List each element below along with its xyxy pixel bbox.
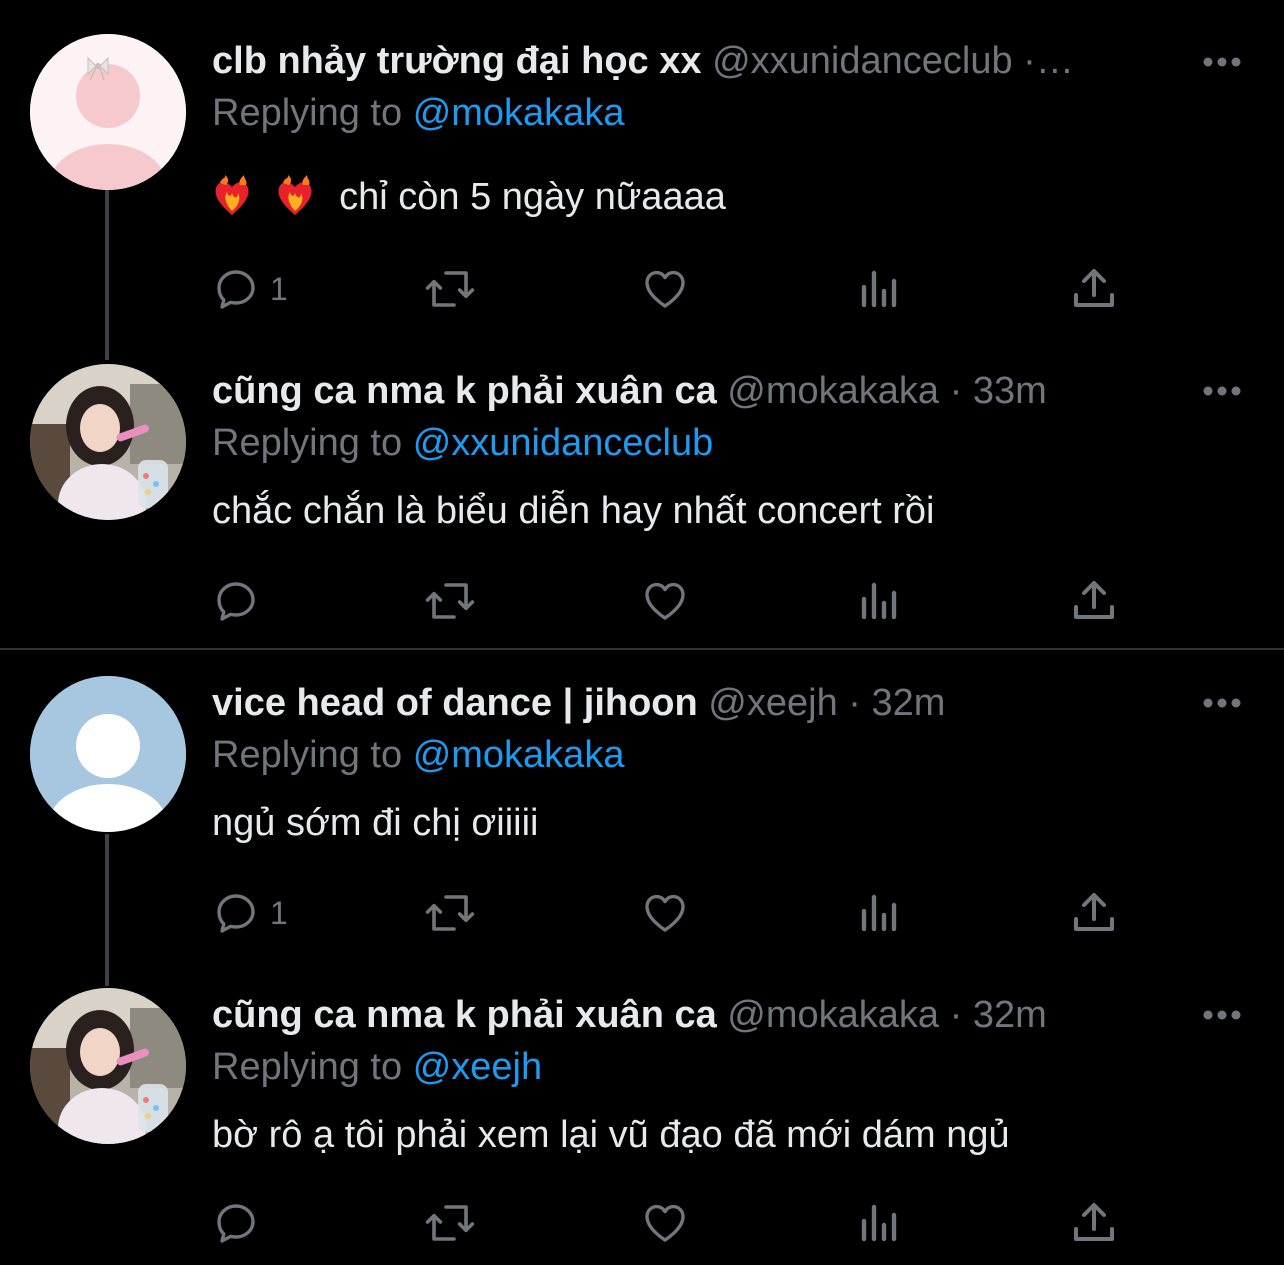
thread-connector (105, 834, 109, 986)
share-icon (1074, 581, 1114, 619)
thread-connector (105, 190, 109, 360)
like-button[interactable] (640, 888, 690, 938)
views-icon (861, 1204, 897, 1242)
pink-bow-avatar-icon (30, 34, 186, 190)
reply-button[interactable] (212, 1198, 270, 1248)
photo-avatar-icon (30, 988, 186, 1144)
like-icon (645, 582, 685, 620)
display-name[interactable]: clb nhảy trường đại học xx (212, 40, 702, 82)
views-button[interactable] (858, 888, 902, 938)
reply-icon (217, 1204, 255, 1243)
retweet-icon (425, 271, 475, 307)
reply-count: 1 (270, 894, 288, 931)
share-button[interactable] (1072, 1198, 1116, 1248)
share-button[interactable] (1072, 264, 1116, 314)
default-avatar-icon (30, 676, 186, 832)
handle[interactable]: @mokakaka (727, 370, 939, 412)
views-button[interactable] (858, 264, 902, 314)
like-icon (645, 894, 685, 932)
tweet-body: chỉ còn 5 ngày nữaaaa (339, 176, 726, 218)
reply-icon (217, 270, 255, 309)
photo-avatar-icon (30, 364, 186, 520)
like-button[interactable] (640, 264, 690, 314)
action-bar (212, 1198, 1132, 1248)
views-icon (861, 582, 897, 620)
share-icon (1074, 1203, 1114, 1241)
action-bar: 1 (212, 888, 1132, 938)
more-icon[interactable] (1202, 385, 1242, 397)
replying-to: Replying to @xxunidanceclub (212, 420, 713, 466)
tweet-header: vice head of dance | jihoon @xeejh · 32m (212, 680, 1154, 726)
tweet-body: bờ rô ạ tôi phải xem lại vũ đạo đã mới d… (212, 1114, 1010, 1156)
replying-label: Replying to (212, 92, 403, 134)
avatar[interactable] (30, 988, 186, 1144)
heart-on-fire-icon (215, 175, 249, 215)
tweet-header: clb nhảy trường đại học xx @xxunidancecl… (212, 38, 1154, 84)
replying-handle-link[interactable]: @mokakaka (413, 92, 625, 134)
reply-button[interactable]: 1 (212, 264, 288, 314)
thread-divider (0, 648, 1284, 650)
handle[interactable]: @mokakaka (727, 994, 939, 1036)
action-bar (212, 576, 1132, 626)
timestamp[interactable]: ·… (1023, 40, 1074, 82)
replying-to: Replying to @mokakaka (212, 90, 624, 136)
timestamp[interactable]: · 33m (950, 370, 1047, 412)
retweet-icon (425, 895, 475, 931)
handle[interactable]: @xxunidanceclub (712, 40, 1013, 82)
replying-handle-link[interactable]: @xeejh (413, 1046, 542, 1088)
retweet-icon (425, 1205, 475, 1241)
share-button[interactable] (1072, 576, 1116, 626)
replying-handle-link[interactable]: @xxunidanceclub (413, 422, 714, 464)
avatar[interactable] (30, 364, 186, 520)
timestamp[interactable]: · 32m (848, 682, 945, 724)
views-icon (861, 894, 897, 932)
like-icon (645, 1204, 685, 1242)
tweet-body: ngủ sớm đi chị ơiiiii (212, 802, 539, 844)
share-icon (1074, 893, 1114, 931)
timestamp[interactable]: · 32m (950, 994, 1047, 1036)
replying-label: Replying to (212, 734, 403, 776)
retweet-button[interactable] (424, 576, 476, 626)
reply-icon (217, 582, 255, 621)
display-name[interactable]: cũng ca nma k phải xuân ca (212, 994, 717, 1036)
replying-to: Replying to @xeejh (212, 1044, 542, 1090)
retweet-button[interactable] (424, 888, 476, 938)
like-button[interactable] (640, 576, 690, 626)
reply-icon (217, 894, 255, 933)
views-button[interactable] (858, 576, 902, 626)
fire-heart-emoji (212, 175, 325, 218)
views-icon (861, 270, 897, 308)
heart-on-fire-icon (278, 175, 312, 215)
more-icon[interactable] (1202, 56, 1242, 68)
replying-handle-link[interactable]: @mokakaka (413, 734, 625, 776)
display-name[interactable]: cũng ca nma k phải xuân ca (212, 370, 717, 412)
more-icon[interactable] (1202, 697, 1242, 709)
reply-button[interactable] (212, 576, 270, 626)
tweet-header: cũng ca nma k phải xuân ca @mokakaka · 3… (212, 368, 1154, 414)
retweet-button[interactable] (424, 264, 476, 314)
replying-label: Replying to (212, 422, 403, 464)
share-button[interactable] (1072, 888, 1116, 938)
share-icon (1074, 269, 1114, 307)
like-button[interactable] (640, 1198, 690, 1248)
like-icon (645, 270, 685, 308)
reply-count: 1 (270, 270, 288, 307)
replying-to: Replying to @mokakaka (212, 732, 624, 778)
views-button[interactable] (858, 1198, 902, 1248)
retweet-button[interactable] (424, 1198, 476, 1248)
avatar[interactable] (30, 34, 186, 190)
retweet-icon (425, 583, 475, 619)
display-name[interactable]: vice head of dance | jihoon (212, 682, 698, 724)
handle[interactable]: @xeejh (708, 682, 837, 724)
tweet-header: cũng ca nma k phải xuân ca @mokakaka · 3… (212, 992, 1154, 1038)
replying-label: Replying to (212, 1046, 403, 1088)
reply-button[interactable]: 1 (212, 888, 288, 938)
tweet-text: chỉ còn 5 ngày nữaaaa (212, 174, 726, 220)
avatar[interactable] (30, 676, 186, 832)
action-bar: 1 (212, 264, 1132, 314)
tweet-body: chắc chắn là biểu diễn hay nhất concert … (212, 490, 935, 532)
more-icon[interactable] (1202, 1009, 1242, 1021)
